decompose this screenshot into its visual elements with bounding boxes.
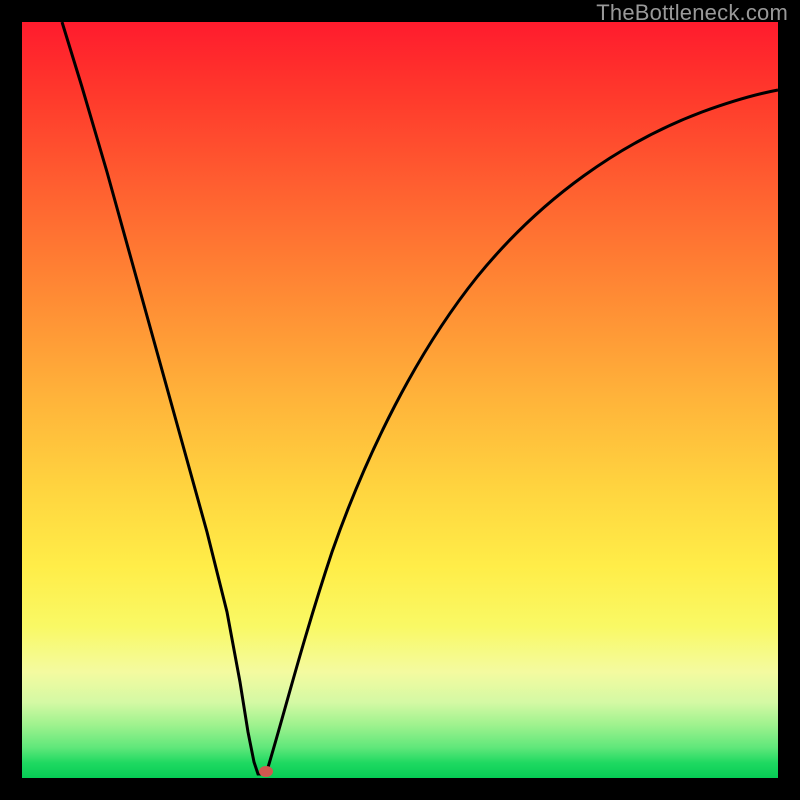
plot-area bbox=[22, 22, 778, 778]
bottleneck-curve bbox=[22, 22, 778, 778]
curve-right-limb bbox=[266, 90, 778, 774]
chart-frame: TheBottleneck.com bbox=[0, 0, 800, 800]
curve-left-limb bbox=[62, 22, 266, 774]
watermark-text: TheBottleneck.com bbox=[596, 0, 788, 26]
optimal-marker bbox=[259, 766, 273, 777]
